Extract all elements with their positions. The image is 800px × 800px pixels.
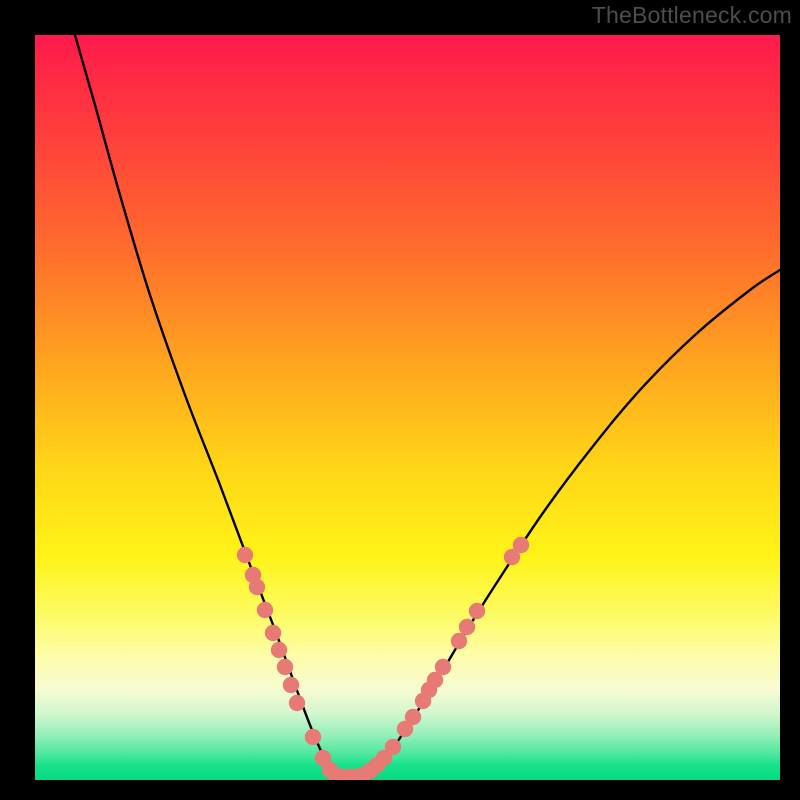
highlight-dot — [305, 729, 321, 745]
bottleneck-curve — [75, 35, 780, 778]
highlight-dot — [271, 642, 287, 658]
highlight-dot — [289, 695, 305, 711]
curve-layer — [75, 35, 780, 778]
highlight-dot — [405, 709, 421, 725]
highlight-dot — [513, 537, 529, 553]
highlight-dot — [459, 619, 475, 635]
outer-frame: TheBottleneck.com — [0, 0, 800, 800]
plot-area — [35, 35, 780, 780]
highlight-dot — [249, 579, 265, 595]
highlight-dot — [283, 677, 299, 693]
dots-layer — [237, 537, 529, 780]
highlight-dot — [451, 633, 467, 649]
highlight-dot — [265, 625, 281, 641]
highlight-dot — [435, 659, 451, 675]
highlight-dot — [257, 602, 273, 618]
highlight-dot — [385, 739, 401, 755]
chart-svg — [35, 35, 780, 780]
highlight-dot — [469, 603, 485, 619]
highlight-dot — [277, 659, 293, 675]
highlight-dot — [237, 547, 253, 563]
watermark-text: TheBottleneck.com — [592, 2, 792, 29]
